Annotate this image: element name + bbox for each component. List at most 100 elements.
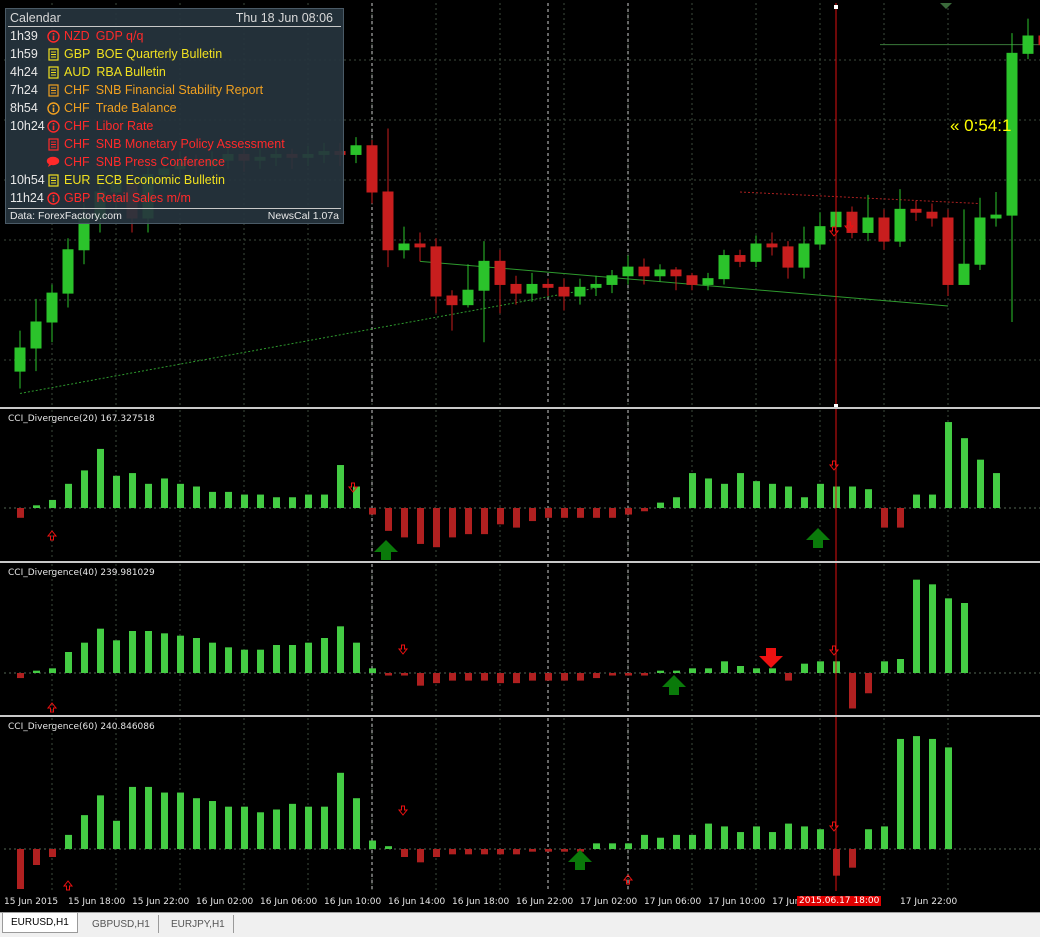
- cci-bar: [865, 489, 872, 508]
- calendar-event-row: 4h24 AUD RBA Bulletin: [6, 63, 343, 81]
- candle-body: [30, 321, 42, 349]
- cci-bar: [529, 673, 536, 681]
- candle-body: [590, 283, 602, 288]
- cci-bar: [849, 673, 856, 709]
- cci-bar: [961, 438, 968, 508]
- arrow-up-icon: [374, 540, 398, 560]
- cci-bar: [81, 815, 88, 849]
- cci-bar: [705, 823, 712, 849]
- time-axis-label: 16 Jun 02:00: [196, 897, 254, 907]
- cci-bar: [737, 666, 744, 673]
- cci-bar: [369, 840, 376, 849]
- cci-bar: [897, 508, 904, 528]
- cci-bar: [97, 795, 104, 849]
- small-arrow-down-icon: [828, 460, 840, 471]
- cci-bar: [801, 497, 808, 508]
- pane-separator[interactable]: [0, 715, 1040, 717]
- cci-bar: [897, 659, 904, 673]
- cci-bar: [129, 786, 136, 849]
- symbol-tab-bar: EURUSD,H1 GBPUSD,H1 EURJPY,H1: [0, 912, 1040, 937]
- cci-bar: [305, 494, 312, 508]
- arrow-down-icon: [759, 648, 783, 668]
- candle-body: [606, 275, 618, 285]
- time-axis-label: 17 Jun 10:00: [708, 897, 766, 907]
- cci-bar: [497, 673, 504, 684]
- event-name: RBA Bulletin: [96, 65, 166, 79]
- cci-bar: [129, 631, 136, 673]
- cci-bar: [625, 508, 632, 515]
- cci-bar: [321, 638, 328, 673]
- cci-bar: [641, 508, 648, 512]
- candle-body: [574, 286, 586, 297]
- event-time: 4h24: [10, 65, 38, 79]
- event-currency: AUD: [64, 65, 91, 79]
- event-currency: CHF: [64, 137, 90, 151]
- candle-body: [670, 269, 682, 277]
- cci-bar: [417, 673, 424, 686]
- time-axis-label: 16 Jun 10:00: [324, 897, 382, 907]
- candle-body: [46, 292, 58, 323]
- cci-bar: [33, 849, 40, 865]
- time-axis: 15 Jun 2015 15 Jun 18:00 15 Jun 22:00 16 Ju…: [0, 893, 1040, 912]
- event-name: SNB Press Conference: [95, 155, 225, 169]
- tab-gbpusd-h1[interactable]: GBPUSD,H1: [84, 915, 159, 933]
- arrow-down-signal: [759, 648, 783, 668]
- cci-bar: [273, 809, 280, 849]
- candle-body: [926, 211, 938, 219]
- cci-bar: [257, 812, 264, 849]
- event-time: 10h54: [10, 173, 45, 187]
- current-time-label: 2015.06.17 18:00: [797, 896, 882, 906]
- cci-bar: [17, 673, 24, 679]
- cci-bar: [369, 508, 376, 515]
- cci-bar: [209, 801, 216, 849]
- cci-bar: [225, 806, 232, 849]
- event-time: 1h59: [10, 47, 38, 61]
- chart-area[interactable]: CCI_Divergence(20) 167.327518 CCI_Diverg…: [0, 0, 1040, 912]
- event-name: BOE Quarterly Bulletin: [96, 47, 223, 61]
- cci-bar: [673, 834, 680, 849]
- cci-bar: [113, 820, 120, 849]
- cci-bar: [849, 849, 856, 868]
- event-time: 7h24: [10, 83, 38, 97]
- time-axis-label: 16 Jun 22:00: [516, 897, 574, 907]
- cci-bar: [433, 849, 440, 857]
- event-time: 10h24: [10, 119, 45, 133]
- cci-bar: [737, 832, 744, 849]
- pane-separator[interactable]: [0, 407, 1040, 409]
- tab-eurjpy-h1[interactable]: EURJPY,H1: [163, 915, 234, 933]
- cci-bar: [913, 736, 920, 849]
- cci-bar: [625, 673, 632, 676]
- time-axis-label: 17 Jun 22:00: [900, 897, 958, 907]
- cci-bar: [721, 661, 728, 673]
- cci-bar: [865, 673, 872, 694]
- event-name: GDP q/q: [95, 29, 144, 43]
- cci-bar: [641, 673, 648, 676]
- cci-bar: [753, 826, 760, 849]
- small-arrow-down-icon: [828, 226, 840, 237]
- cci-bar: [769, 832, 776, 849]
- event-time: 1h39: [10, 29, 38, 43]
- candle-body: [974, 217, 986, 265]
- candle-body: [686, 275, 698, 285]
- speech-icon: [45, 156, 61, 169]
- candle-body: [750, 243, 762, 262]
- pane-separator[interactable]: [0, 561, 1040, 563]
- calendar-event-row: CHF SNB Press Conference: [6, 153, 343, 171]
- cci-bar: [625, 843, 632, 849]
- document-icon: [45, 47, 61, 61]
- candle-body: [798, 243, 810, 268]
- cci-bar: [353, 486, 360, 508]
- event-name: SNB Financial Stability Report: [95, 83, 264, 97]
- document-icon: [45, 137, 61, 151]
- cci-bar: [145, 786, 152, 849]
- tab-eurusd-h1[interactable]: EURUSD,H1: [2, 913, 78, 933]
- calendar-footer: Data: ForexFactory.com NewsCal 1.07a: [6, 209, 343, 223]
- cci-bar: [577, 673, 584, 681]
- cci-bar: [689, 834, 696, 849]
- candle-body: [462, 289, 474, 306]
- cci-bar: [545, 673, 552, 681]
- calendar-header: Calendar Thu 18 Jun 08:06: [6, 9, 343, 26]
- cci-bar: [593, 673, 600, 679]
- cci-bar: [481, 849, 488, 855]
- cci-bar: [961, 603, 968, 673]
